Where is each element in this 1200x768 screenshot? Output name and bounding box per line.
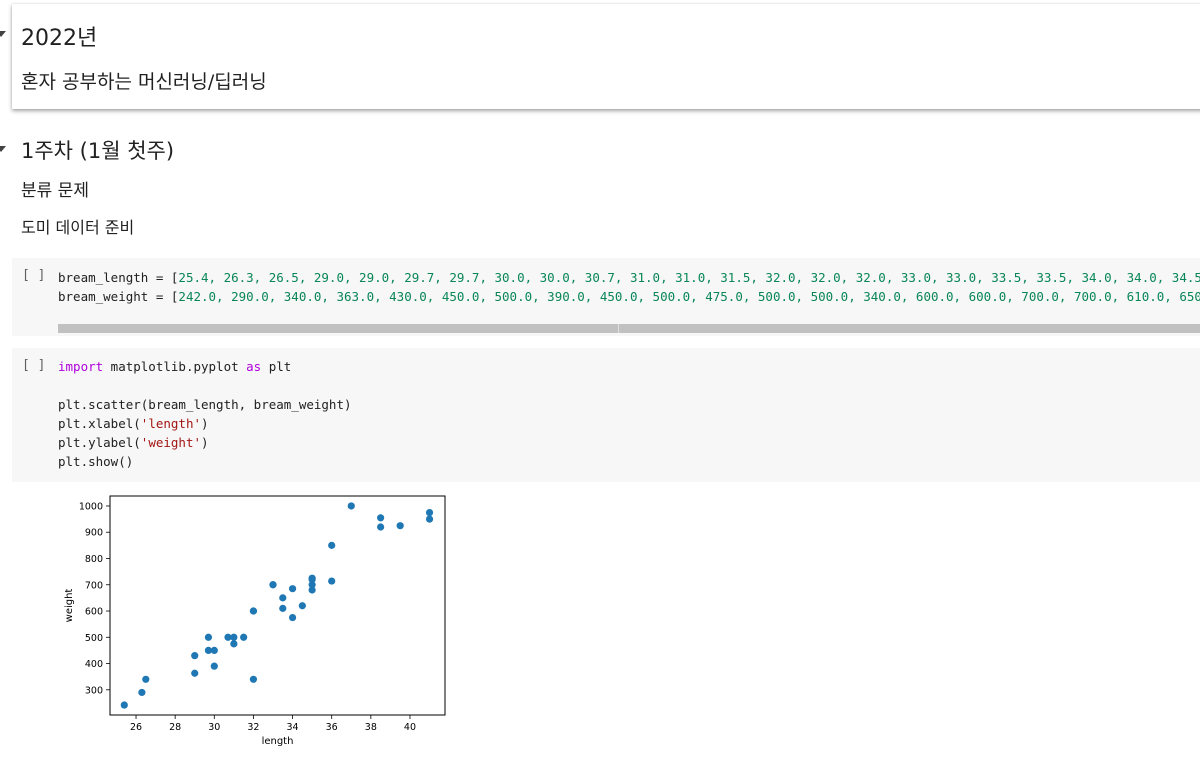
code-line: bream_weight = [ — [58, 289, 179, 304]
y-tick-label: 900 — [85, 528, 103, 539]
scatter-chart: 26 28 30 32 34 36 38 40 300 400 500 600 700 800 900 100… — [64, 495, 446, 747]
scatter-point — [249, 675, 258, 683]
y-tick-label: 800 — [85, 554, 103, 565]
code-line: bream_length = [ — [58, 270, 179, 285]
section-card: 2022년 혼자 공부하는 머신러닝/딥러닝 — [12, 4, 1200, 109]
code-token: ) — [201, 416, 209, 431]
x-axis-label: length — [262, 736, 294, 747]
code-keyword: as — [246, 359, 262, 374]
scatter-point — [288, 613, 297, 622]
code-cell[interactable]: [ ] bream_length = [25.4, 26.3, 26.5, 29… — [12, 258, 1200, 336]
scatter-point — [204, 633, 213, 641]
scatter-point — [347, 502, 355, 510]
scatter-point — [230, 633, 238, 641]
scatter-point — [328, 541, 336, 549]
x-tick-label: 32 — [247, 722, 259, 733]
text-line: 도미 데이터 준비 — [21, 218, 135, 237]
code-token: plt.ylabel( — [58, 435, 141, 450]
y-tick-label: 700 — [85, 580, 103, 591]
code-values: 25.4, 26.3, 26.5, 29.0, 29.0, 29.7, 29.7… — [178, 270, 1200, 285]
scatter-point — [210, 646, 218, 655]
scrollbar-divider — [618, 324, 619, 333]
x-tick-label: 40 — [404, 722, 416, 733]
scatter-point — [142, 675, 150, 683]
scatter-point — [425, 508, 434, 517]
scatter-point — [298, 602, 306, 610]
scatter-point — [425, 515, 434, 523]
x-tick-label: 38 — [365, 722, 377, 733]
scatter-point — [279, 594, 287, 602]
scatter-point — [308, 575, 316, 584]
code-token: plt.xlabel( — [58, 416, 141, 431]
code-values: 242.0, 290.0, 340.0, 363.0, 430.0, 450.0… — [178, 289, 1200, 304]
scatter-point — [191, 669, 199, 677]
y-tick-label: 500 — [85, 633, 103, 644]
code-line: plt.scatter(bream_length, bream_weight) — [58, 397, 352, 412]
collapse-caret-icon[interactable] — [0, 146, 6, 152]
run-cell-button[interactable]: [ ] — [22, 268, 45, 283]
code-editor[interactable]: bream_length = [25.4, 26.3, 26.5, 29.0, … — [58, 268, 1200, 306]
code-keyword: import — [58, 359, 104, 374]
y-tick-label: 600 — [85, 607, 103, 618]
scatter-point — [377, 514, 385, 522]
y-tick-label: 1000 — [79, 501, 103, 512]
code-token: ) — [201, 435, 209, 450]
code-cell[interactable]: [ ] import matplotlib.pyplot as plt plt.… — [12, 348, 1200, 482]
scatter-point — [328, 577, 336, 585]
run-cell-button[interactable]: [ ] — [22, 358, 45, 373]
code-token: matplotlib.pyplot — [103, 359, 247, 374]
scatter-point — [138, 688, 146, 697]
text-line: 분류 문제 — [21, 181, 89, 201]
scatter-point — [249, 607, 258, 615]
scatter-point — [269, 581, 277, 589]
code-token: plt — [261, 359, 292, 374]
plot-frame — [109, 495, 446, 716]
horizontal-scrollbar[interactable] — [58, 324, 1200, 333]
scatter-point — [191, 652, 199, 660]
code-string: 'weight' — [140, 435, 202, 450]
scatter-point — [240, 633, 248, 641]
scatter-point — [377, 523, 385, 531]
scatter-point — [279, 604, 287, 612]
scatter-point — [120, 701, 128, 709]
scatter-point — [210, 662, 218, 670]
section-heading: 2022년 — [21, 26, 98, 51]
scatter-point — [396, 522, 404, 530]
code-string: 'length' — [140, 416, 202, 431]
scatter-point — [288, 585, 297, 593]
code-editor[interactable]: import matplotlib.pyplot as plt plt.scat… — [58, 357, 352, 471]
x-tick-label: 36 — [326, 722, 338, 733]
section-heading: 1주차 (1월 첫주) — [21, 139, 175, 163]
scatter-point — [230, 640, 238, 648]
collapse-caret-icon[interactable] — [0, 31, 6, 37]
y-axis-label: weight — [64, 589, 75, 623]
section-subtitle: 혼자 공부하는 머신러닝/딥러닝 — [21, 71, 267, 93]
x-tick-label: 34 — [287, 722, 299, 733]
x-tick-label: 28 — [169, 722, 181, 733]
y-tick-label: 300 — [85, 685, 103, 696]
code-line: plt.show() — [58, 454, 134, 469]
x-tick-label: 26 — [130, 722, 142, 733]
x-tick-label: 30 — [208, 722, 220, 733]
y-tick-label: 400 — [85, 659, 103, 670]
